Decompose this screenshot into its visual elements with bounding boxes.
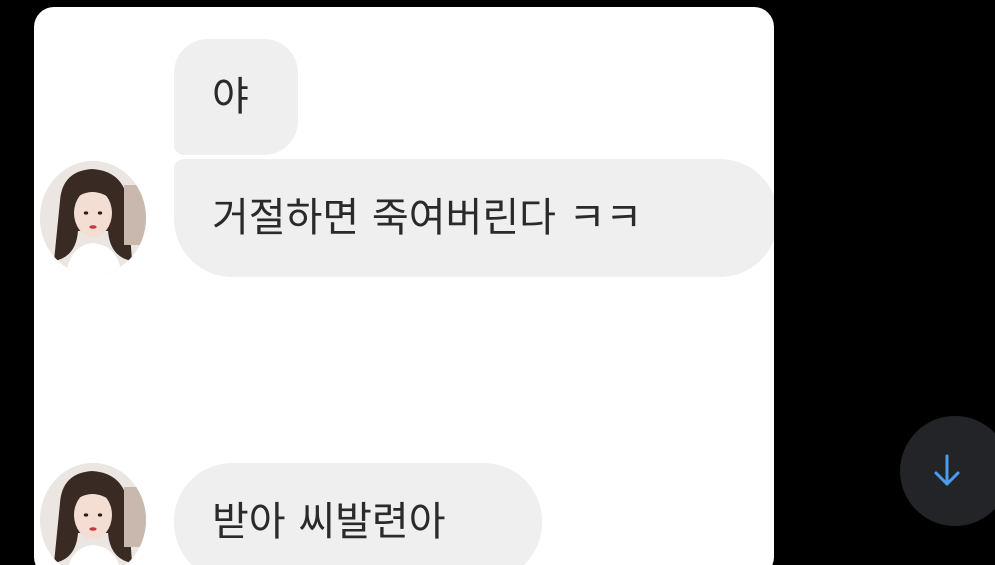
arrow-down-icon	[934, 454, 960, 486]
message-text: 거절하면 죽여버린다 ㅋㅋ	[212, 195, 643, 241]
message-bubble: 거절하면 죽여버린다 ㅋㅋ	[174, 159, 774, 277]
message-text: 야	[212, 74, 249, 120]
message-bubble: 받아 씨발련아	[174, 463, 542, 565]
chat-screenshot: 야 거절하면 죽여버린다 ㅋㅋ 받아 씨발련아	[34, 7, 774, 565]
viewer-screen: 야 거절하면 죽여버린다 ㅋㅋ 받아 씨발련아	[0, 0, 995, 565]
message-text: 받아 씨발련아	[212, 499, 446, 545]
message-bubble: 야	[174, 39, 298, 155]
avatar-photo	[40, 463, 146, 565]
avatar-photo	[40, 161, 146, 275]
scroll-to-bottom-button[interactable]	[900, 416, 995, 526]
avatar	[40, 161, 146, 275]
avatar	[40, 463, 146, 565]
